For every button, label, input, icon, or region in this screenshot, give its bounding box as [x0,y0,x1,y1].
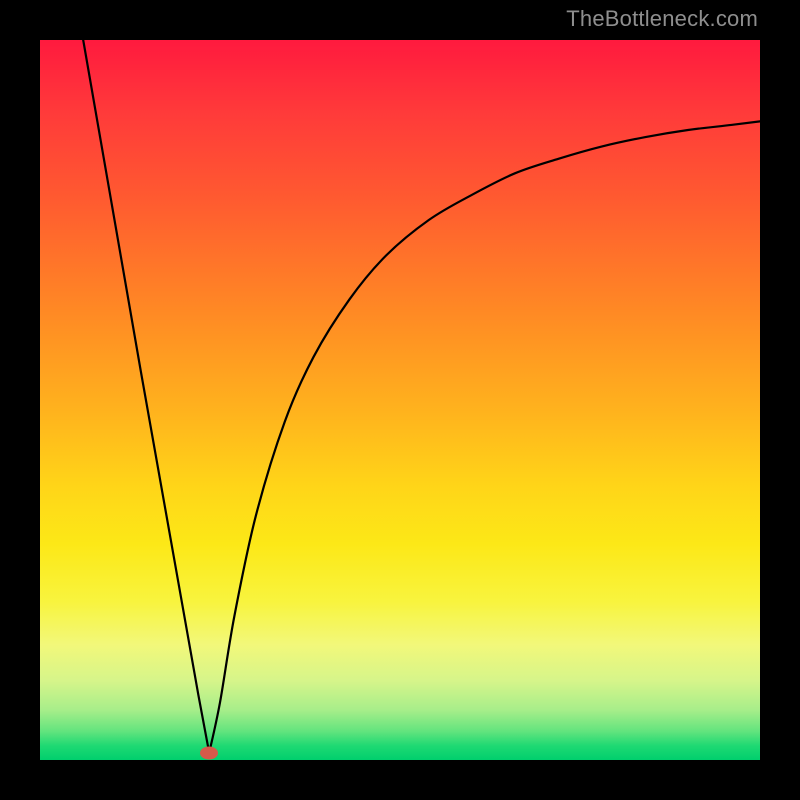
chart-frame: TheBottleneck.com [0,0,800,800]
curve-left-branch [83,40,209,753]
watermark-text: TheBottleneck.com [566,6,758,32]
valley-marker [200,746,218,759]
curve-right-branch [209,121,760,752]
curve-svg [40,40,760,760]
plot-area [40,40,760,760]
